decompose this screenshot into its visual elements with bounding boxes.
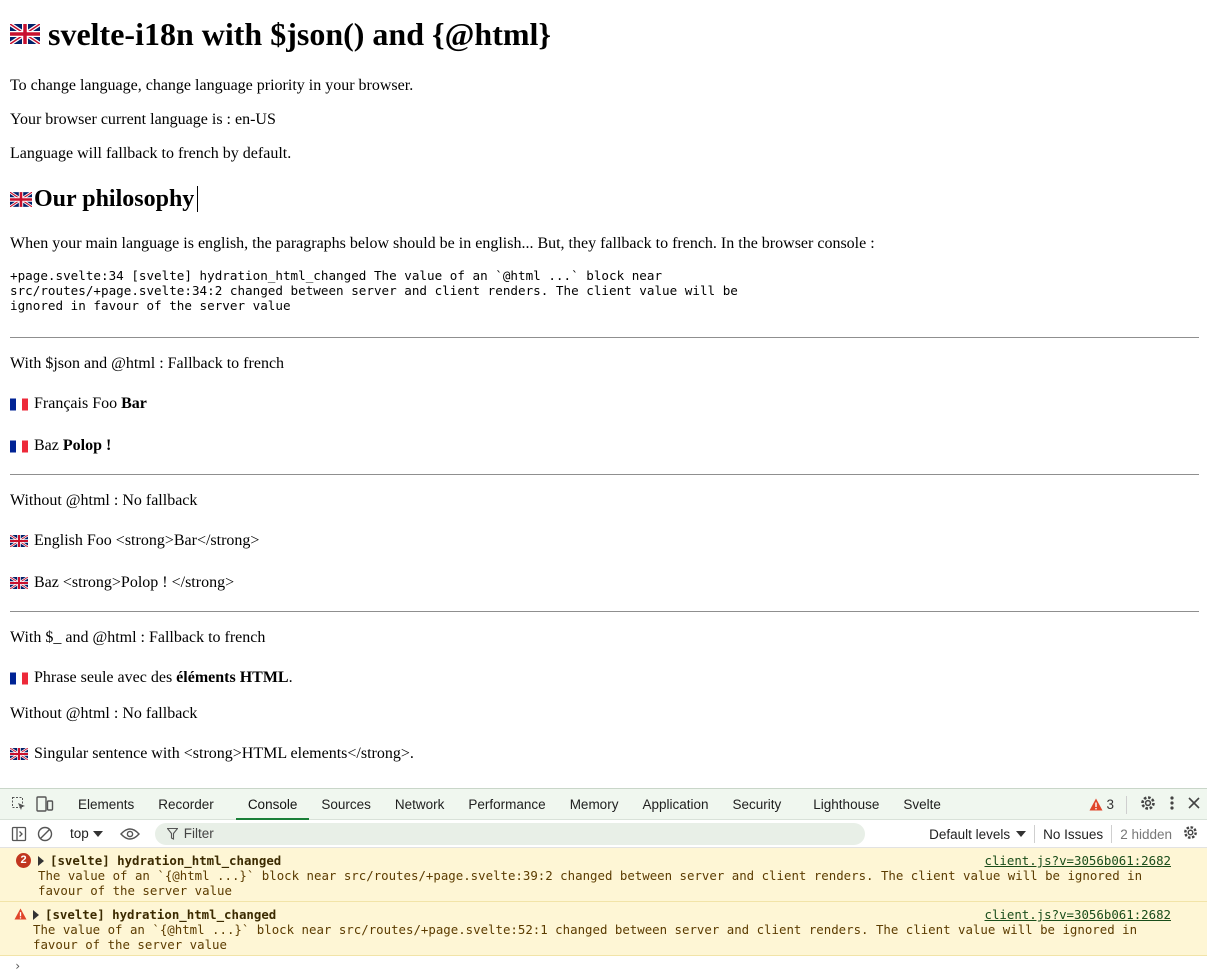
french-flag-icon (10, 440, 28, 453)
warning-counter[interactable]: 3 (1089, 797, 1114, 812)
block3-line1-end: . (288, 669, 293, 686)
devtools-tabbar: Elements Recorder Console Sources Networ… (0, 789, 1207, 820)
tab-application[interactable]: Application (630, 789, 720, 820)
more-icon[interactable] (1169, 795, 1175, 814)
expand-triangle-icon[interactable] (33, 909, 39, 920)
block1-line2-bold: Polop ! (62, 437, 112, 454)
console-toolbar: top Filter Default levels No Issues 2 hi… (0, 820, 1207, 848)
tab-recorder[interactable]: Recorder (146, 789, 226, 820)
uk-flag-icon (10, 24, 40, 44)
uk-flag-icon (10, 191, 32, 207)
webpage: svelte-i18n with $json() and {@html} To … (0, 0, 1207, 788)
page-title: svelte-i18n with $json() and {@html} (48, 16, 551, 52)
french-flag-icon (10, 672, 28, 685)
block1-line2-text: Baz (34, 437, 63, 454)
gear-icon[interactable] (1182, 824, 1199, 844)
section-title: Our philosophy (34, 186, 195, 212)
divider (10, 611, 1199, 612)
french-flag-icon (10, 398, 28, 411)
intro-paragraph-3: Language will fallback to french by defa… (10, 145, 292, 162)
context-selector[interactable]: top (66, 826, 107, 841)
eye-icon[interactable] (117, 821, 143, 847)
close-icon[interactable] (1187, 796, 1201, 813)
inspect-icon[interactable] (6, 791, 32, 817)
block3-line1: Phrase seule avec des éléments HTML. (10, 668, 1199, 688)
block2-line2: Baz <strong>Polop ! </strong> (10, 573, 1199, 593)
hidden-count: 2 hidden (1120, 826, 1172, 842)
block2-heading: Without @html : No fallback (10, 492, 198, 509)
block3-line1-bold: éléments HTML (176, 669, 289, 686)
devtools-actions: 3 (1089, 789, 1201, 820)
block3-line1-text: Phrase seule avec des (34, 669, 177, 686)
tab-sources[interactable]: Sources (309, 789, 383, 820)
console-prompt[interactable]: › (14, 959, 21, 973)
console-log-snippet: +page.svelte:34 [svelte] hydration_html_… (10, 268, 746, 313)
message-title: [svelte] hydration_html_changed (50, 853, 282, 868)
page-title-row: svelte-i18n with $json() and {@html} (10, 14, 1199, 54)
tab-security[interactable]: Security (721, 789, 794, 820)
tab-performance[interactable]: Performance (456, 789, 557, 820)
chevron-down-icon (1016, 831, 1027, 837)
expand-triangle-icon[interactable] (38, 855, 44, 866)
block3-line2: Singular sentence with <strong>HTML elem… (10, 744, 1199, 764)
message-source-link[interactable]: client.js?v=3056b061:2682 (985, 853, 1172, 868)
gear-icon[interactable] (1139, 794, 1157, 815)
block2-line1-text: English Foo <strong>Bar</strong> (34, 532, 260, 549)
console-toolbar-right: Default levels No Issues 2 hidden (929, 820, 1199, 848)
message-title: [svelte] hydration_html_changed (45, 907, 277, 922)
tab-memory[interactable]: Memory (558, 789, 631, 820)
message-source-link[interactable]: client.js?v=3056b061:2682 (985, 907, 1172, 922)
filter-icon (166, 827, 178, 840)
devtools-panel: Elements Recorder Console Sources Networ… (0, 788, 1207, 973)
tab-svelte[interactable]: Svelte (891, 789, 953, 820)
clear-icon[interactable] (32, 821, 58, 847)
device-toggle-icon[interactable] (32, 791, 58, 817)
console-message[interactable]: [svelte] hydration_html_changed client.j… (0, 902, 1207, 956)
block2-line2-text: Baz <strong>Polop ! </strong> (34, 574, 235, 591)
log-levels-value: Default levels (929, 826, 1011, 842)
tab-elements[interactable]: Elements (66, 789, 146, 820)
warning-count: 3 (1106, 797, 1114, 812)
sidebar-icon[interactable] (6, 821, 32, 847)
tab-lighthouse[interactable]: Lighthouse (801, 789, 891, 820)
block1-heading: With $json and @html : Fallback to frenc… (10, 355, 285, 372)
filter-placeholder: Filter (183, 826, 214, 841)
uk-flag-icon (10, 535, 28, 547)
intro-paragraph-1: To change language, change language prio… (10, 77, 414, 94)
uk-flag-icon (10, 748, 28, 760)
console-message[interactable]: 2 [svelte] hydration_html_changed client… (0, 848, 1207, 902)
block1-line1-text: Français Foo (34, 395, 122, 412)
explanation-paragraph: When your main language is english, the … (10, 235, 875, 252)
warning-icon (14, 908, 27, 923)
divider (10, 474, 1199, 475)
block3-line2-text: Singular sentence with <strong>HTML elem… (34, 745, 414, 762)
message-count-badge: 2 (16, 853, 31, 868)
issues-button[interactable]: No Issues (1043, 827, 1103, 842)
block1-line1-bold: Bar (121, 395, 147, 412)
block3-heading: With $_ and @html : Fallback to french (10, 629, 266, 646)
tab-network[interactable]: Network (383, 789, 457, 820)
context-value: top (70, 826, 89, 841)
message-body: The value of an `{@html ...}` block near… (38, 868, 1143, 898)
chevron-down-icon (92, 830, 103, 837)
console-filter-input[interactable]: Filter (154, 822, 865, 845)
section-title-row: Our philosophy (10, 184, 1199, 214)
block1-line2: Baz Polop ! (10, 436, 1199, 456)
log-levels-dropdown[interactable]: Default levels (929, 826, 1027, 842)
intro-paragraph-2: Your browser current language is : en-US (10, 111, 276, 128)
divider (10, 337, 1199, 338)
block1-line1: Français Foo Bar (10, 394, 1199, 414)
uk-flag-icon (10, 577, 28, 589)
warning-icon (1089, 798, 1103, 811)
message-body: The value of an `{@html ...}` block near… (33, 922, 1138, 952)
block3-heading-2: Without @html : No fallback (10, 705, 198, 722)
block2-line1: English Foo <strong>Bar</strong> (10, 531, 1199, 551)
tab-console[interactable]: Console (235, 789, 310, 820)
text-cursor (197, 186, 199, 212)
